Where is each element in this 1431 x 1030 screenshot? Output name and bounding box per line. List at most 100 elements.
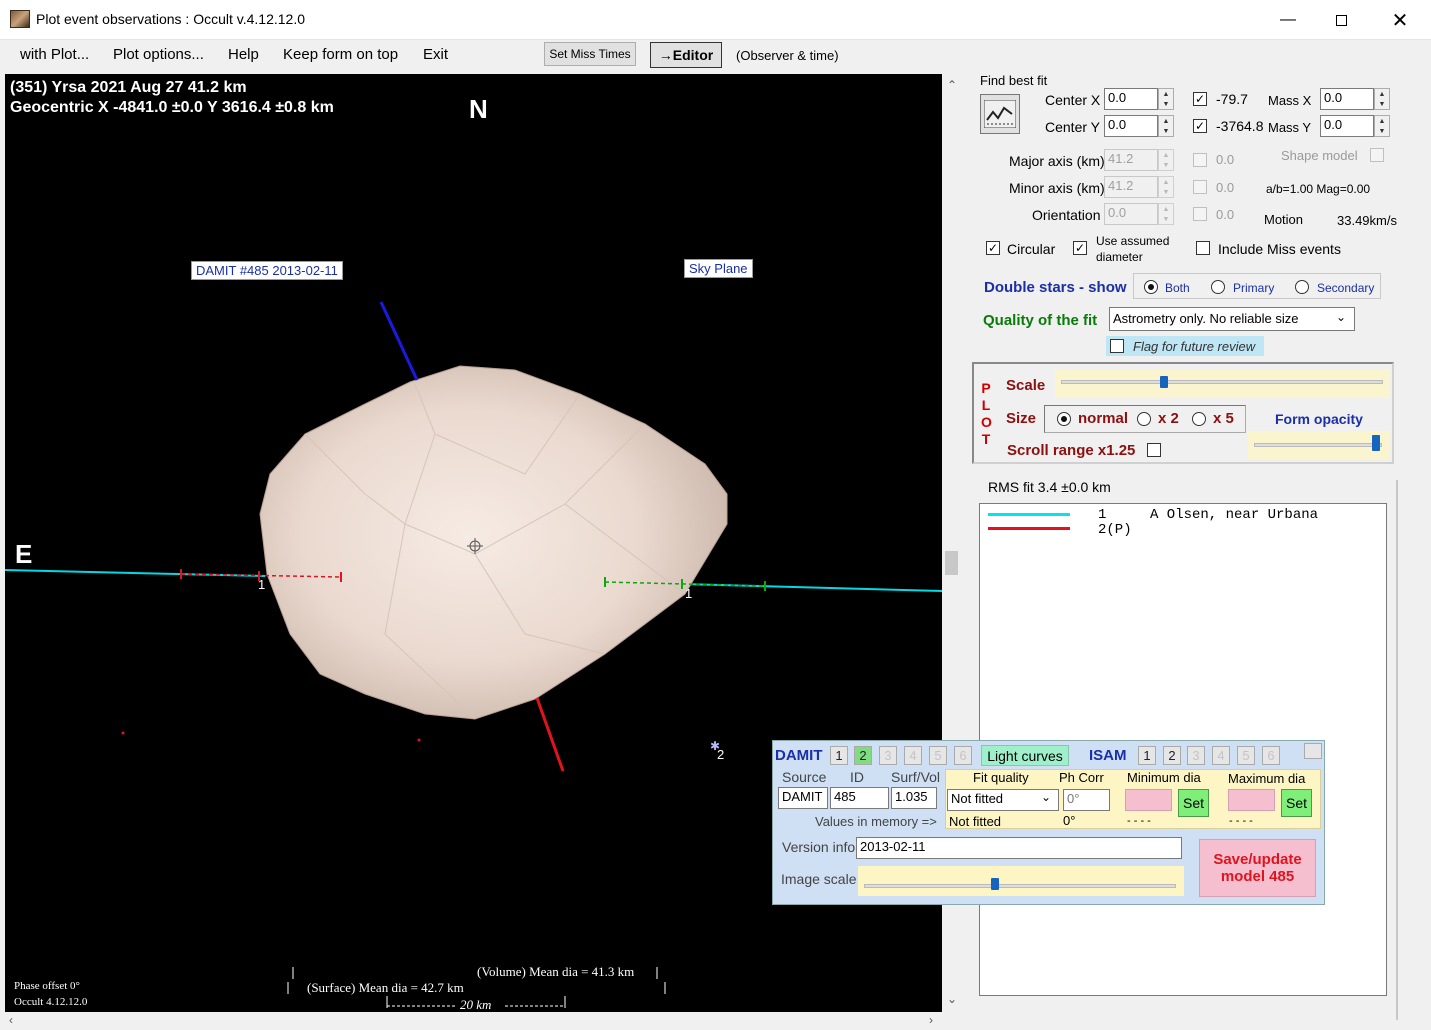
- minor-axis-stepper[interactable]: ▲ ▼: [1158, 176, 1174, 198]
- image-scale-thumb[interactable]: [991, 878, 1000, 890]
- source-field[interactable]: DAMIT: [778, 787, 828, 809]
- major-axis-stepper[interactable]: ▲ ▼: [1158, 149, 1174, 171]
- mass-x-label: Mass X: [1268, 93, 1312, 108]
- opacity-slider[interactable]: [1248, 431, 1390, 459]
- orientation-value: 0.0: [1216, 207, 1235, 222]
- orientation-input[interactable]: 0.0: [1104, 203, 1158, 225]
- shape-model-checkbox[interactable]: [1370, 148, 1384, 162]
- min-dia-input[interactable]: [1125, 789, 1172, 811]
- isam-model-1[interactable]: 1: [1138, 746, 1156, 765]
- mem-min-dia: - - - -: [1127, 815, 1151, 827]
- scale-slider[interactable]: [1055, 370, 1390, 398]
- size-x2-radio[interactable]: [1137, 412, 1151, 426]
- mass-x-input[interactable]: 0.0: [1320, 88, 1374, 110]
- circular-checkbox[interactable]: ✓: [986, 241, 1000, 255]
- mass-y-stepper[interactable]: ▲ ▼: [1374, 115, 1390, 137]
- plot-letter-t: T: [981, 431, 991, 447]
- scale-slider-track: [1061, 380, 1383, 384]
- center-y-input[interactable]: 0.0: [1104, 115, 1158, 137]
- isam-model-4[interactable]: 4: [1212, 746, 1230, 765]
- damit-model-3[interactable]: 3: [879, 746, 897, 765]
- damit-close-icon[interactable]: [1304, 743, 1322, 759]
- major-axis-input[interactable]: 41.2: [1104, 149, 1158, 171]
- mass-x-stepper[interactable]: ▲ ▼: [1374, 88, 1390, 110]
- orientation-stepper[interactable]: ▲ ▼: [1158, 203, 1174, 225]
- include-miss-checkbox[interactable]: [1196, 241, 1210, 255]
- legend-num-2: 2(P): [1098, 522, 1132, 538]
- quality-select[interactable]: Astrometry only. No reliable size: [1109, 307, 1355, 331]
- max-dia-set-button[interactable]: Set: [1281, 789, 1312, 817]
- find-best-fit-button[interactable]: [980, 94, 1020, 134]
- observer-time-link[interactable]: (Observer & time): [736, 48, 839, 63]
- center-x-stepper[interactable]: ▲ ▼: [1158, 88, 1174, 110]
- isam-model-2[interactable]: 2: [1163, 746, 1181, 765]
- scale-slider-thumb[interactable]: [1160, 376, 1169, 388]
- double-stars-primary-radio[interactable]: [1211, 280, 1225, 294]
- use-assumed-checkbox[interactable]: ✓: [1073, 241, 1087, 255]
- isam-model-6[interactable]: 6: [1262, 746, 1280, 765]
- editor-button[interactable]: →Editor: [650, 42, 722, 68]
- version-label: Occult 4.12.12.0: [14, 996, 88, 1008]
- scroll-right-icon[interactable]: ›: [929, 1013, 933, 1027]
- light-curves-button[interactable]: Light curves: [981, 745, 1069, 766]
- double-stars-both-radio[interactable]: [1144, 280, 1158, 294]
- major-axis-checkbox[interactable]: [1193, 153, 1207, 167]
- minimize-icon[interactable]: —: [1265, 0, 1311, 40]
- double-stars-secondary-radio[interactable]: [1295, 280, 1309, 294]
- opacity-slider-thumb[interactable]: [1371, 435, 1380, 451]
- ph-corr-field[interactable]: 0°: [1063, 789, 1110, 811]
- menu-plot-options[interactable]: Plot options...: [113, 46, 204, 63]
- double-stars-primary-label: Primary: [1233, 281, 1275, 295]
- chord-line-1-right: [681, 583, 942, 592]
- scroll-left-icon[interactable]: ‹: [9, 1013, 13, 1027]
- set-miss-times-button[interactable]: Set Miss Times: [544, 42, 636, 66]
- center-y-label: Center Y: [1045, 119, 1100, 135]
- isam-model-5[interactable]: 5: [1237, 746, 1255, 765]
- min-dia-set-button[interactable]: Set: [1178, 789, 1209, 817]
- minor-axis-checkbox[interactable]: [1193, 180, 1207, 194]
- use-assumed-label-2: diameter: [1096, 250, 1143, 264]
- center-y-checkbox[interactable]: ✓: [1193, 119, 1207, 133]
- isam-model-3[interactable]: 3: [1187, 746, 1205, 765]
- surf-vol-field[interactable]: 1.035: [891, 787, 937, 809]
- isam-label: ISAM: [1089, 747, 1127, 764]
- menu-help[interactable]: Help: [228, 46, 259, 63]
- fit-quality-chevron-icon: ⌄: [1041, 790, 1052, 804]
- mass-y-input[interactable]: 0.0: [1320, 115, 1374, 137]
- maximize-icon[interactable]: [1318, 0, 1364, 40]
- scroll-up-icon[interactable]: ⌃: [947, 78, 957, 92]
- plot-horizontal-scrollbar[interactable]: ‹ ›: [5, 1012, 942, 1030]
- save-update-button[interactable]: Save/update model 485: [1199, 839, 1316, 897]
- center-x-input[interactable]: 0.0: [1104, 88, 1158, 110]
- center-y-stepper[interactable]: ▲ ▼: [1158, 115, 1174, 137]
- max-dia-input[interactable]: [1228, 789, 1275, 811]
- double-stars-secondary-label: Secondary: [1317, 281, 1375, 295]
- center-x-checkbox[interactable]: ✓: [1193, 92, 1207, 106]
- damit-model-5[interactable]: 5: [929, 746, 947, 765]
- image-scale-slider[interactable]: [858, 866, 1184, 896]
- damit-model-6[interactable]: 6: [954, 746, 972, 765]
- size-normal-radio[interactable]: [1057, 412, 1071, 426]
- flag-review-checkbox[interactable]: [1110, 339, 1124, 353]
- damit-model-2[interactable]: 2: [854, 746, 872, 765]
- scroll-thumb[interactable]: [945, 551, 958, 575]
- damit-model-1[interactable]: 1: [830, 746, 848, 765]
- version-info-field[interactable]: 2013-02-11: [856, 837, 1182, 859]
- best-fit-icon: [984, 100, 1016, 128]
- size-x5-radio[interactable]: [1192, 412, 1206, 426]
- find-best-fit-label: Find best fit: [980, 73, 1048, 88]
- menu-keep-on-top[interactable]: Keep form on top: [283, 46, 398, 63]
- scroll-range-checkbox[interactable]: [1147, 443, 1161, 457]
- center-x-value: -79.7: [1216, 91, 1248, 107]
- damit-model-4[interactable]: 4: [904, 746, 922, 765]
- double-stars-both-label: Both: [1165, 281, 1190, 295]
- fit-quality-header: Fit quality: [973, 770, 1029, 785]
- orientation-checkbox[interactable]: [1193, 207, 1207, 221]
- minor-axis-input[interactable]: 41.2: [1104, 176, 1158, 198]
- menu-exit[interactable]: Exit: [423, 46, 448, 63]
- legend-name-1: A Olsen, near Urbana: [1150, 507, 1319, 523]
- id-field[interactable]: 485: [830, 787, 889, 809]
- scroll-down-icon[interactable]: ⌄: [947, 992, 957, 1006]
- close-icon[interactable]: ✕: [1377, 0, 1423, 40]
- menu-with-plot[interactable]: with Plot...: [20, 46, 89, 63]
